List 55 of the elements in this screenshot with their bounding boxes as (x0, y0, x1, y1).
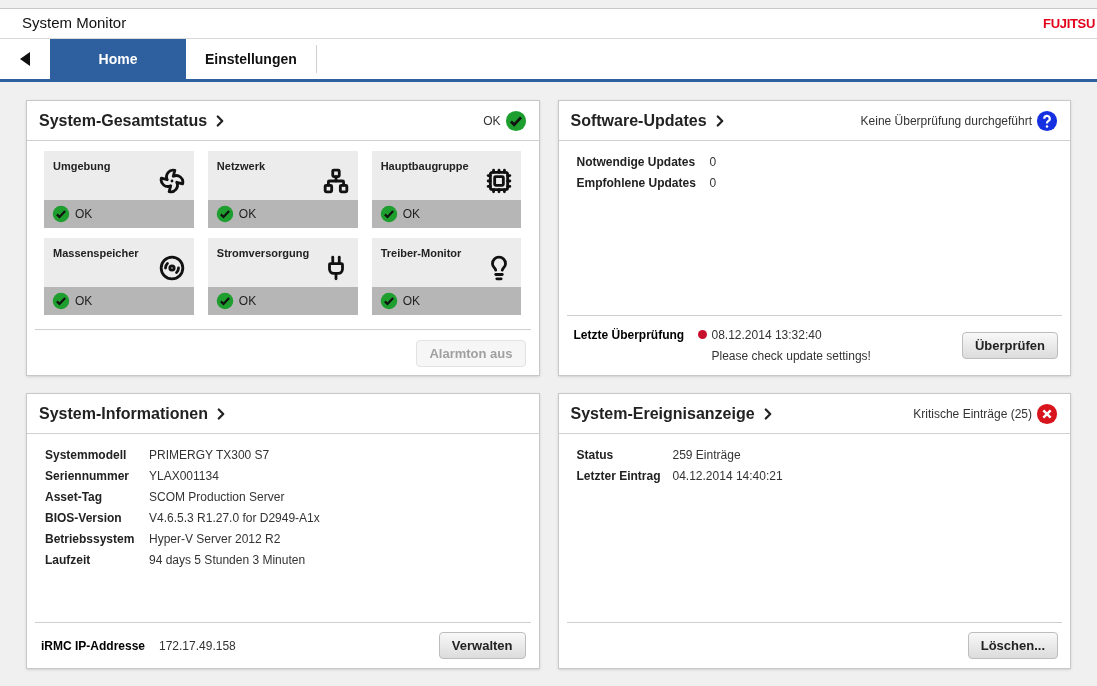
field-label: Empfohlene Updates (576, 175, 697, 191)
window-title: System Monitor (22, 13, 127, 34)
panel-title-link[interactable]: System-Gesamtstatus (39, 108, 230, 133)
tile-label: Treiber-Monitor (380, 246, 462, 261)
field-label: Letzter Eintrag (576, 468, 662, 484)
disc-icon (158, 255, 185, 281)
field-label: Laufzeit (45, 552, 92, 568)
field-value: PRIMERGY TX300 S7 (149, 447, 270, 463)
field-value: V4.6.5.3 R1.27.0 for D2949-A1x (149, 510, 320, 526)
field-label: BIOS-Version (45, 510, 123, 526)
field-label: Betriebssystem (45, 531, 136, 547)
tile-status-text: OK (75, 206, 93, 223)
field-value: Hyper-V Server 2012 R2 (149, 531, 281, 547)
tile-status-text: OK (75, 293, 93, 310)
tile-status-text: OK (402, 293, 420, 310)
field-label: Notwendige Updates (576, 154, 697, 170)
fan-icon (158, 168, 185, 194)
field-label: Asset-Tag (45, 489, 104, 505)
field-value: 0 (709, 175, 717, 191)
field-value: 08.12.2014 13:32:40 (711, 327, 823, 344)
status-text: OK (483, 112, 501, 130)
action-button[interactable]: Überprüfen (961, 332, 1058, 359)
tile-label: Massenspeicher (53, 246, 139, 261)
field-label: iRMC IP-Addresse (41, 637, 147, 655)
field-value: YLAX001134 (149, 468, 219, 484)
field-label: Letzte Überprüfung (573, 327, 686, 344)
tile-status-text: OK (402, 206, 420, 223)
tile-status-text: OK (238, 206, 257, 223)
panel-title-link[interactable]: System-Informationen (39, 401, 230, 426)
field-value: 172.17.49.158 (159, 637, 236, 655)
field-value: 259 Einträge (672, 447, 741, 463)
panel-title-link[interactable]: System-Ereignisanzeige (570, 401, 777, 426)
status-text: Kritische Einträge (25) (913, 405, 1032, 423)
chip-icon (486, 168, 513, 194)
tile-label: Umgebung (53, 159, 111, 174)
tile-label: Stromversorgung (216, 246, 310, 261)
action-button[interactable]: Löschen... (967, 632, 1058, 659)
nav-tab[interactable]: Home (50, 39, 186, 79)
tile-label: Hauptbaugruppe (380, 159, 469, 174)
panel-title-link[interactable]: Software-Updates (570, 108, 729, 133)
warning-text: Please check update settings! (711, 348, 871, 365)
field-label: Status (576, 447, 615, 463)
field-value: 94 days 5 Stunden 3 Minuten (149, 552, 306, 568)
field-value: SCOM Production Server (149, 489, 285, 505)
field-value: 0 (709, 154, 717, 170)
back-icon (20, 52, 30, 66)
tile-status-text: OK (238, 293, 257, 310)
field-label: Systemmodell (45, 447, 128, 463)
field-value: 04.12.2014 14:40:21 (672, 468, 783, 484)
field-label: Seriennummer (45, 468, 131, 484)
tile-label: Netzwerk (216, 159, 266, 174)
brand-logo: FUJITSU (1043, 14, 1096, 33)
action-button[interactable]: Verwalten (438, 632, 526, 659)
status-text: Keine Überprüfung durchgeführt (860, 112, 1032, 130)
network-icon (322, 168, 349, 194)
